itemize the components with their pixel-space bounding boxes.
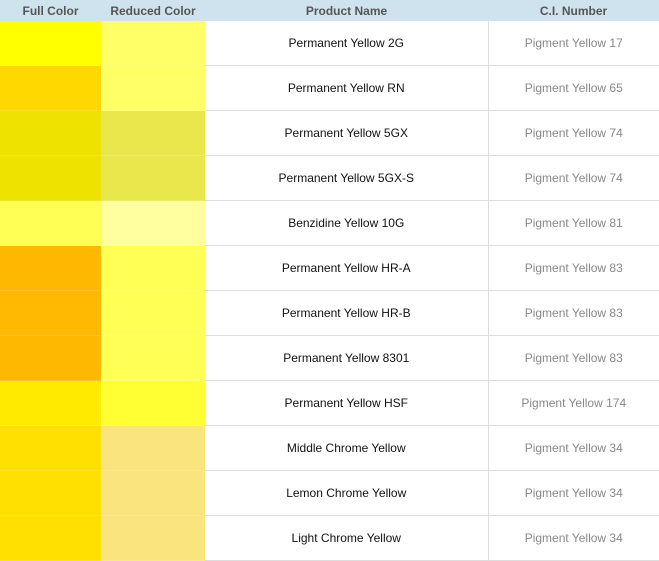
reduced-color-swatch (101, 200, 205, 246)
product-name: Permanent Yellow HSF (205, 380, 489, 426)
full-color-swatch (0, 65, 101, 111)
product-name: Permanent Yellow HR-B (205, 290, 489, 336)
header-ci-number: C.I. Number (488, 0, 659, 21)
ci-number: Pigment Yellow 83 (488, 335, 659, 381)
table-row: Permanent Yellow HSF Pigment Yellow 174 (0, 380, 659, 426)
product-name: Permanent Yellow RN (205, 65, 489, 111)
full-color-swatch (0, 110, 101, 156)
ci-number: Pigment Yellow 34 (488, 425, 659, 471)
header-reduced-color: Reduced Color (101, 0, 205, 21)
reduced-color-swatch (101, 21, 205, 66)
reduced-color-swatch (101, 425, 205, 471)
ci-number: Pigment Yellow 83 (488, 245, 659, 291)
table-row: Light Chrome Yellow Pigment Yellow 34 (0, 515, 659, 561)
reduced-color-swatch (101, 65, 205, 111)
reduced-color-swatch (101, 335, 205, 381)
table-row: Middle Chrome Yellow Pigment Yellow 34 (0, 425, 659, 471)
ci-number: Pigment Yellow 17 (488, 21, 659, 66)
table-row: Permanent Yellow 5GX Pigment Yellow 74 (0, 110, 659, 156)
product-name: Middle Chrome Yellow (205, 425, 489, 471)
pigment-table: Full Color Reduced Color Product Name C.… (0, 0, 659, 561)
full-color-swatch (0, 21, 101, 66)
ci-number: Pigment Yellow 34 (488, 470, 659, 516)
full-color-swatch (0, 470, 101, 516)
product-name: Permanent Yellow 2G (205, 21, 489, 66)
product-name: Permanent Yellow 5GX (205, 110, 489, 156)
product-name: Permanent Yellow 5GX-S (205, 155, 489, 201)
product-name: Light Chrome Yellow (205, 515, 489, 561)
reduced-color-swatch (101, 470, 205, 516)
header-full-color: Full Color (0, 0, 101, 21)
product-name: Permanent Yellow 8301 (205, 335, 489, 381)
full-color-swatch (0, 245, 101, 291)
ci-number: Pigment Yellow 83 (488, 290, 659, 336)
table-row: Permanent Yellow RN Pigment Yellow 65 (0, 65, 659, 111)
ci-number: Pigment Yellow 81 (488, 200, 659, 246)
table-row: Permanent Yellow 5GX-S Pigment Yellow 74 (0, 155, 659, 201)
full-color-swatch (0, 515, 101, 561)
full-color-swatch (0, 335, 101, 381)
reduced-color-swatch (101, 155, 205, 201)
full-color-swatch (0, 380, 101, 426)
reduced-color-swatch (101, 380, 205, 426)
product-name: Benzidine Yellow 10G (205, 200, 489, 246)
product-name: Permanent Yellow HR-A (205, 245, 489, 291)
ci-number: Pigment Yellow 74 (488, 155, 659, 201)
header-product-name: Product Name (205, 0, 488, 21)
full-color-swatch (0, 200, 101, 246)
header-row: Full Color Reduced Color Product Name C.… (0, 0, 659, 21)
table-row: Permanent Yellow HR-B Pigment Yellow 83 (0, 290, 659, 336)
table-row: Benzidine Yellow 10G Pigment Yellow 81 (0, 200, 659, 246)
reduced-color-swatch (101, 515, 205, 561)
table-row: Permanent Yellow HR-A Pigment Yellow 83 (0, 245, 659, 291)
full-color-swatch (0, 155, 101, 201)
reduced-color-swatch (101, 245, 205, 291)
full-color-swatch (0, 290, 101, 336)
ci-number: Pigment Yellow 74 (488, 110, 659, 156)
ci-number: Pigment Yellow 174 (488, 380, 659, 426)
table-row: Lemon Chrome Yellow Pigment Yellow 34 (0, 470, 659, 516)
table-row: Permanent Yellow 8301 Pigment Yellow 83 (0, 335, 659, 381)
reduced-color-swatch (101, 110, 205, 156)
table-row: Permanent Yellow 2G Pigment Yellow 17 (0, 21, 659, 66)
reduced-color-swatch (101, 290, 205, 336)
ci-number: Pigment Yellow 34 (488, 515, 659, 561)
ci-number: Pigment Yellow 65 (488, 65, 659, 111)
product-name: Lemon Chrome Yellow (205, 470, 489, 516)
full-color-swatch (0, 425, 101, 471)
